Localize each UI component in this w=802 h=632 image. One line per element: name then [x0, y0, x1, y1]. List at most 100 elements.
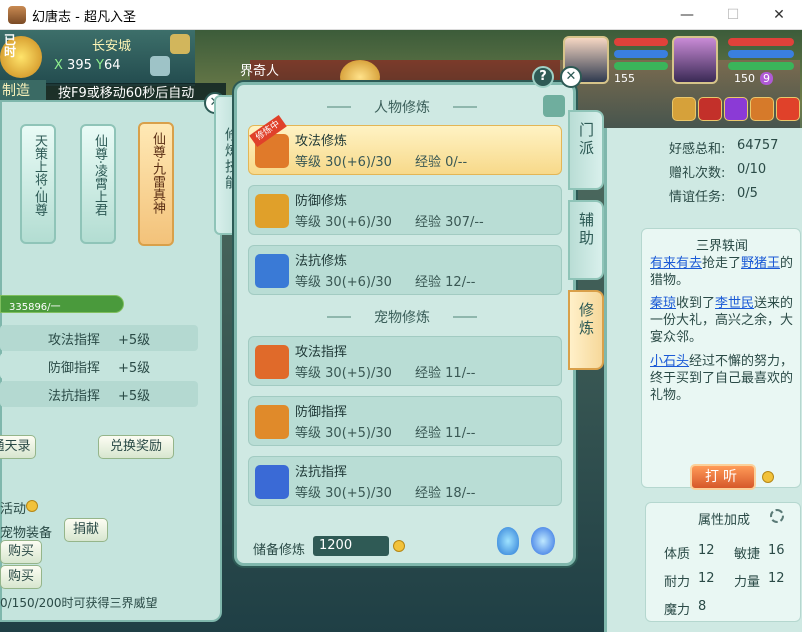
level-label: 等级	[295, 215, 322, 230]
level-value: 30(+5)/30	[325, 486, 392, 501]
item-name: 法抗修炼	[295, 254, 348, 269]
resist-cultivation-icon	[255, 254, 289, 288]
item-level: 等级 30(+5)/30	[295, 422, 392, 441]
level-label: 等级	[295, 426, 322, 441]
pet-cultivation-item[interactable]: 攻法指挥 等级 30(+5)/30 经验 11/--	[248, 336, 562, 386]
bonus-row: 攻法指挥 +5级	[0, 325, 198, 351]
player-level: 155	[614, 72, 635, 85]
maximize-button[interactable]: ☐	[710, 0, 756, 30]
attribute-box: 属性加成 体质 12 敏捷 16 耐力 12 力量 12 魔力 8	[645, 502, 801, 622]
item-level: 等级 30(+6)/30	[295, 271, 392, 290]
pet-attack-icon	[255, 345, 289, 379]
app-icon	[8, 6, 26, 24]
pet-portrait[interactable]	[672, 36, 718, 84]
cultivation-item[interactable]: 修炼中 攻法修炼 等级 30(+6)/30 经验 0/--	[248, 114, 562, 175]
news-title: 三界轶闻	[695, 239, 748, 254]
title-scroll-label: 仙尊·九雷真神	[150, 132, 165, 215]
record-button[interactable]: 通天录	[0, 435, 36, 459]
news-person-link[interactable]: 有来有去	[650, 256, 702, 271]
section-pet-title: 宠物修炼	[327, 307, 477, 327]
news-person-link[interactable]: 李世民	[715, 296, 754, 311]
pet-exp-bar	[728, 62, 794, 70]
news-item: 有来有去抢走了野猪王的猎物。	[650, 255, 796, 289]
stat-value: 0/10	[737, 162, 767, 177]
section-char-title: 人物修炼	[327, 97, 477, 117]
title-scroll-1[interactable]: 天策上将·仙尊	[20, 124, 56, 244]
close-window-button[interactable]: ✕	[756, 0, 802, 30]
title-scroll-3[interactable]: 仙尊·九雷真神	[138, 122, 174, 246]
pet-resist-icon	[255, 465, 289, 499]
edit-icon[interactable]	[543, 95, 565, 117]
buff-icon-5[interactable]	[776, 97, 800, 121]
coordinates: X 395 Y64	[54, 58, 121, 73]
pet-equip-label: 宠物装备	[0, 526, 53, 541]
buy-button-2[interactable]: 购买	[0, 565, 42, 589]
news-person-link[interactable]: 秦琼	[650, 296, 676, 311]
upgrade-arrow-icon[interactable]	[531, 527, 555, 555]
listen-button[interactable]: 打听	[690, 464, 756, 490]
cultivation-item[interactable]: 防御修炼 等级 30(+6)/30 经验 307/--	[248, 185, 562, 235]
minimize-button[interactable]: —	[664, 0, 710, 30]
level-value: 30(+6)/30	[325, 275, 392, 290]
buff-icon-4[interactable]	[750, 97, 774, 121]
coord-x-label: X	[54, 58, 63, 73]
exchange-reward-button[interactable]: 兑换奖励	[98, 435, 174, 459]
cultivation-panel: 人物修炼 修炼中 攻法修炼 等级 30(+6)/30 经验 0/-- 防御修炼 …	[234, 82, 576, 566]
title-scroll-2[interactable]: 仙尊·凌霄上君	[80, 124, 116, 244]
level-label: 等级	[295, 275, 322, 290]
tab-cultivation[interactable]: 修炼	[568, 290, 604, 370]
gear-icon[interactable]	[770, 509, 784, 523]
area-name: 界奇人	[240, 64, 280, 79]
tab-label: 辅助	[577, 212, 595, 248]
exp-value: 0/--	[445, 155, 468, 170]
buff-icon-3[interactable]	[724, 97, 748, 121]
news-person-link[interactable]: 小石头	[650, 354, 689, 369]
level-value: 30(+5)/30	[325, 426, 392, 441]
attr-value: 16	[768, 543, 785, 558]
item-exp: 经验 11/--	[415, 362, 475, 381]
social-panel: 好感总和: 64757 赠礼次数: 0/10 情谊任务: 0/5 三界轶闻 有来…	[604, 128, 802, 632]
store-label: 储备修炼	[253, 543, 306, 558]
bonus-value: +5级	[118, 361, 151, 376]
potion-icon[interactable]	[497, 527, 519, 555]
stat-label: 好感总和:	[669, 142, 726, 157]
help-icon[interactable]: ?	[532, 66, 554, 88]
buff-icon-2[interactable]	[698, 97, 722, 121]
item-name: 攻法指挥	[295, 345, 348, 360]
coin-icon	[26, 500, 38, 512]
pet-level: 150	[734, 72, 755, 85]
pet-cultivation-item[interactable]: 防御指挥 等级 30(+5)/30 经验 11/--	[248, 396, 562, 446]
exp-value: 11/--	[445, 366, 476, 381]
news-text: 收到了	[676, 296, 716, 311]
coin-icon	[393, 540, 405, 552]
close-cultivation-button[interactable]: ✕	[560, 66, 582, 88]
level-value: 30(+5)/30	[325, 366, 392, 381]
stat-value: 0/5	[737, 186, 758, 201]
item-exp: 经验 18/--	[415, 482, 475, 501]
window-titlebar: 幻唐志 - 超凡入圣 — ☐ ✕	[0, 0, 802, 30]
donate-button[interactable]: 捐献	[64, 518, 108, 542]
item-exp: 经验 307/--	[415, 211, 484, 230]
pet-badge: 9	[760, 72, 773, 85]
map-flag-icon[interactable]	[170, 34, 190, 54]
coord-y-label: Y	[96, 58, 104, 73]
tab-assist[interactable]: 辅助	[568, 200, 604, 280]
attr-value: 12	[698, 571, 715, 586]
news-person-link[interactable]: 野猪王	[741, 256, 780, 271]
minimap-icon[interactable]	[150, 56, 170, 76]
bonus-value: +5级	[118, 389, 151, 404]
make-button[interactable]: 制造	[0, 80, 46, 100]
exp-value: 18/--	[445, 486, 476, 501]
tab-sect[interactable]: 门派	[568, 110, 604, 190]
level-value: 30(+6)/30	[325, 155, 392, 170]
bonus-row: 法抗指挥 +5级	[0, 381, 198, 407]
buff-icon-1[interactable]	[672, 97, 696, 121]
player-mp-bar	[614, 50, 668, 58]
tab-label: 修炼	[577, 302, 595, 338]
bonus-row: 防御指挥 +5级	[0, 353, 198, 379]
city-name[interactable]: 长安城	[92, 35, 131, 54]
cultivation-item[interactable]: 法抗修炼 等级 30(+6)/30 经验 12/--	[248, 245, 562, 295]
pet-cultivation-item[interactable]: 法抗指挥 等级 30(+5)/30 经验 18/--	[248, 456, 562, 506]
exp-label: 经验	[415, 215, 442, 230]
buy-button-1[interactable]: 购买	[0, 540, 42, 564]
